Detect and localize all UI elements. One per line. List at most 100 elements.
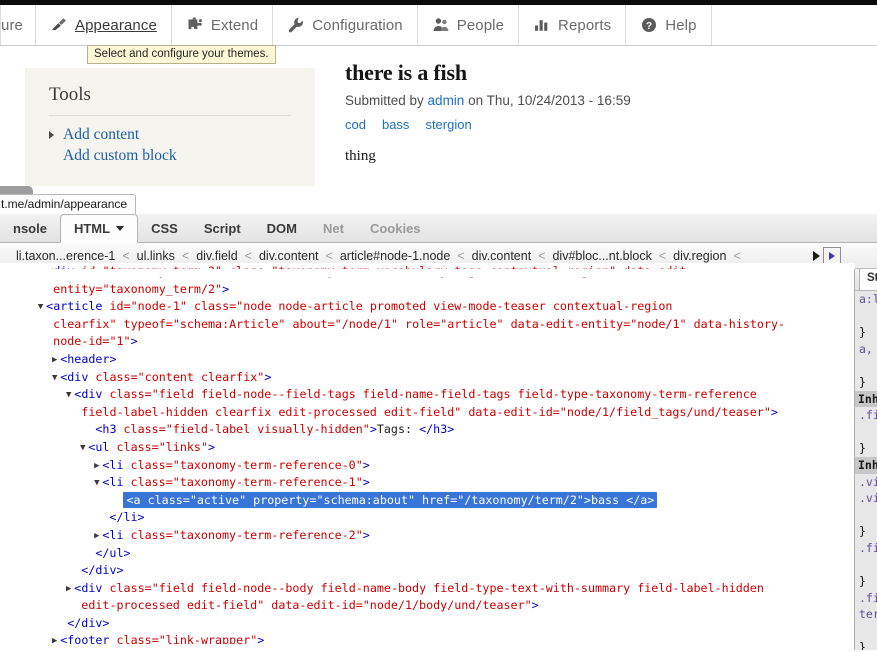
breadcrumb-next-arrow-icon[interactable] — [813, 250, 820, 261]
firebug-tab-html[interactable]: HTML — [59, 214, 139, 243]
node-teaser: there is a fish Submitted by admin on Th… — [345, 60, 825, 165]
html-source-line[interactable]: <ul class="links"> — [0, 439, 855, 457]
css-rule-line: .fi — [859, 540, 877, 555]
html-source-line[interactable]: </li> — [0, 509, 855, 527]
html-source-line[interactable]: </div> — [0, 615, 855, 633]
twisty-collapsed-icon[interactable] — [63, 581, 74, 598]
html-source-line[interactable]: <div class="field field-node--field-tags… — [0, 386, 855, 404]
link-add-custom-block[interactable]: Add custom block — [49, 145, 291, 166]
breadcrumb-item[interactable]: div.field — [190, 249, 243, 263]
html-source-line[interactable]: <li class="taxonomy-term-reference-0"> — [0, 457, 855, 475]
css-side-panel: Sta:l }a, }Inh.fi }Inh.vi.vi }.fi }.fite… — [854, 269, 877, 650]
firebug-tab-dom[interactable]: DOM — [254, 216, 310, 242]
firebug-tab-script[interactable]: Script — [191, 216, 254, 242]
tab-label: Script — [203, 221, 241, 236]
node-markup: <div class="content clearfix"> — [60, 370, 271, 384]
toolbar-item-reports[interactable]: Reports — [519, 5, 627, 45]
html-source-line[interactable]: entity="taxonomy_term/2"> — [0, 281, 855, 299]
bar-chart-icon — [533, 16, 551, 34]
twisty-expanded-icon[interactable] — [49, 370, 60, 387]
source-token: </div> — [81, 563, 124, 578]
html-source-line[interactable]: </ul> — [0, 545, 855, 563]
html-source-line[interactable]: field-label-hidden clearfix edit-process… — [0, 404, 855, 422]
node-markup: field-label-hidden clearfix edit-process… — [81, 405, 778, 419]
html-source-line[interactable]: edit-processed edit-field" data-edit-id=… — [0, 597, 855, 615]
source-token: "links" — [158, 439, 208, 454]
node-markup: <div class="field field-node--body field… — [74, 581, 764, 595]
html-source-line[interactable]: <footer class="link-wrapper"> — [0, 632, 855, 644]
twisty-collapsed-icon[interactable] — [49, 633, 60, 644]
html-source-line[interactable]: <li class="taxonomy-term-reference-2"> — [0, 527, 855, 545]
firebug-tab-console[interactable]: nsole — [0, 216, 60, 242]
breadcrumb-item[interactable]: div.content — [466, 249, 538, 263]
node-author-link[interactable]: admin — [428, 93, 465, 108]
breadcrumb-item[interactable]: div.content — [253, 249, 325, 263]
css-rule-line — [855, 623, 877, 640]
html-source-line[interactable]: </div> — [0, 562, 855, 580]
source-token: li — [109, 457, 124, 472]
twisty-collapsed-icon[interactable] — [91, 458, 102, 475]
source-token: data-edit-id= — [264, 598, 363, 613]
twisty-collapsed-icon[interactable] — [49, 352, 60, 369]
html-source-line[interactable]: <h3 class="field-label visually-hidden">… — [0, 421, 855, 439]
toolbar-item-configure-partial[interactable]: ure — [0, 5, 36, 45]
source-token: > — [362, 475, 370, 490]
twisty-blank-icon — [70, 598, 81, 615]
node-tags: cod bass stergion — [345, 117, 825, 132]
toolbar-item-label: Extend — [210, 16, 259, 34]
html-source-line[interactable]: <div class="field field-node--body field… — [0, 580, 855, 598]
twisty-collapsed-icon[interactable] — [91, 528, 102, 545]
breadcrumb-item[interactable]: div.region — [667, 249, 732, 263]
toolbar-item-people[interactable]: People — [418, 5, 520, 45]
html-source-line[interactable]: <div class="content clearfix"> — [0, 369, 855, 387]
source-token: "schema:Article" — [172, 316, 286, 331]
html-source-line[interactable]: clearfix" typeof="schema:Article" about=… — [0, 316, 855, 334]
link-add-content[interactable]: Add content — [49, 124, 291, 145]
toolbar-item-configuration[interactable]: Configuration — [273, 5, 418, 45]
css-rule-line — [855, 557, 877, 574]
tag-link[interactable]: stergion — [425, 117, 471, 132]
toolbar-item-appearance[interactable]: Appearance — [36, 5, 172, 45]
breadcrumb-item[interactable]: div#bloc...nt.block — [546, 249, 657, 263]
tab-label: CSS — [151, 221, 178, 236]
html-source-line[interactable]: <a class="active" property="schema:about… — [0, 491, 855, 510]
firebug-tab-css[interactable]: CSS — [138, 216, 191, 242]
link-label: Add custom block — [63, 147, 177, 164]
firebug-tab-net[interactable]: Net — [310, 216, 357, 242]
breadcrumb-item[interactable]: li.taxon...erence-1 — [10, 249, 121, 263]
twisty-expanded-icon[interactable] — [91, 475, 102, 492]
puzzle-piece-icon — [186, 16, 204, 34]
html-source-line[interactable]: <article id="node-1" class="node node-ar… — [0, 298, 855, 316]
source-token: "content clearfix" — [137, 369, 265, 384]
source-token: "taxonomy_term/2" — [102, 281, 223, 296]
source-token: clearfix" — [53, 316, 117, 331]
source-token: "node/1" — [630, 316, 687, 331]
twisty-blank-icon — [56, 616, 67, 633]
breadcrumb-item[interactable]: ul.links — [131, 249, 181, 263]
url-display[interactable]: t.me/admin/appearance — [0, 194, 136, 214]
twisty-expanded-icon[interactable] — [63, 387, 74, 404]
chevron-down-icon[interactable] — [116, 226, 125, 231]
twisty-blank-icon — [112, 493, 123, 510]
breadcrumb-scroll-button[interactable] — [823, 247, 841, 264]
toolbar-item-help[interactable]: ? Help — [626, 5, 712, 45]
tag-link[interactable]: cod — [345, 117, 366, 132]
firebug-tab-cookies[interactable]: Cookies — [357, 216, 434, 242]
source-token: > — [264, 369, 272, 384]
source-token: footer — [67, 633, 110, 644]
twisty-blank-icon — [84, 422, 95, 439]
toolbar-item-extend[interactable]: Extend — [172, 5, 274, 45]
tab-label: Cookies — [369, 221, 421, 236]
html-source-line[interactable]: <header> — [0, 351, 855, 369]
html-source-line[interactable]: <li class="taxonomy-term-reference-1"> — [0, 474, 855, 492]
breadcrumb-separator: < — [457, 248, 465, 263]
tag-link[interactable]: bass — [382, 117, 409, 132]
twisty-expanded-icon[interactable] — [77, 440, 88, 457]
breadcrumb-item[interactable]: article#node-1.node — [334, 249, 457, 263]
source-token: field-label-hidden clearfix edit-process… — [81, 404, 462, 419]
html-source-tree[interactable]: <div id="taxonomy-term-2" class="taxonom… — [0, 263, 855, 644]
breadcrumb-separator: < — [538, 248, 546, 263]
html-source-line[interactable]: node-id="1"> — [0, 333, 855, 351]
twisty-expanded-icon[interactable] — [35, 299, 46, 316]
css-panel-tab-style[interactable]: St — [859, 269, 877, 290]
